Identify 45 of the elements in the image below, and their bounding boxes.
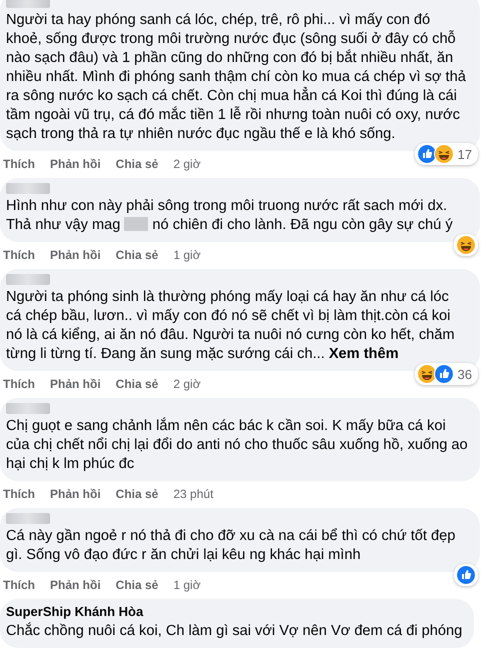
like-link[interactable]: Thích <box>3 377 35 391</box>
like-link[interactable]: Thích <box>3 578 35 592</box>
like-reaction-icon <box>456 565 476 585</box>
comment-text: Chị guọt e sang chảnh lắm nên các bác k cần soi. K mấy bữa cá koi của chị chết nổi chị lại đổi do anti nó cho thuốc sâu xuống hồ, xuống ao hại chị k lm phúc đc <box>6 417 468 474</box>
like-link[interactable]: Thích <box>3 487 35 501</box>
share-link[interactable]: Chia sẻ <box>116 248 158 262</box>
reply-link[interactable]: Phản hồi <box>50 487 101 501</box>
like-link[interactable]: Thích <box>3 157 35 171</box>
like-link[interactable]: Thích <box>3 248 35 262</box>
comment-text: Hình như con này phải sông trong môi truong nước rất sach mới dx. Thả như vậy mag nó chiên đi cho lành. Đã ngu còn gây sự chú ý <box>6 197 454 235</box>
reaction-count: 36 <box>456 366 473 382</box>
like-reaction-icon <box>434 364 454 384</box>
blurred-name <box>6 0 50 8</box>
reaction-badge[interactable] <box>454 564 478 586</box>
blurred-name <box>6 513 50 524</box>
laughing-reaction-icon <box>456 235 476 255</box>
comment-time[interactable]: 2 giờ <box>173 157 201 171</box>
share-link[interactable]: Chia sẻ <box>116 157 158 171</box>
reaction-badge[interactable] <box>454 234 478 256</box>
like-reaction-icon <box>416 144 437 164</box>
comment-time[interactable]: 23 phút <box>173 487 214 501</box>
laughing-reaction-icon <box>434 144 454 164</box>
see-more-link[interactable]: Xem thêm <box>328 346 399 362</box>
reply-link[interactable]: Phản hồi <box>50 248 101 262</box>
comment-time[interactable]: 2 giờ <box>173 377 201 391</box>
comment-text: Người ta phóng sinh là thường phóng mấy loại cá hay ăn như cá lóc cá chép bầu, lươn.. vì mấy con đó nó sẽ chết vì bị làm thịt.còn cá koi nó là cá kiểng, ai ăn nó đâu. Người ta nuôi nó cưng còn ko hết, chăm từng li từng tí. Đang ăn sung mặc sướng cái ch... Xem thêm <box>6 288 456 364</box>
share-link[interactable]: Chia sẻ <box>116 578 158 592</box>
reply-link[interactable]: Phản hồi <box>50 157 101 171</box>
comment-text: Người ta hay phóng sanh cá lóc, chép, trê, rô phi... vì mấy con đó khoẻ, sống được trong môi trường nước đục (sông suối ở đây có chỗ nào sạch đâu) và 1 phần cũng do những con đó bị bắt nhiều nhất, ăn nhiều nhất. Mình đi phóng sanh thậm chí còn ko mua cá chép vì sợ thả ra sông nước ko sạch cá chết. Còn chị mua hẳn cá Koi thì đúng là cái tầm ngoài vũ trụ, cá đó mắc tiền 1 lễ rồi nhưng toàn nuôi có oxy, nước sạch trong thả ra tự nhiên nước đục ngầu thế e là khó sống. <box>6 11 467 144</box>
laughing-reaction-icon <box>416 364 437 384</box>
comment-text: Chắc chồng nuôi cá koi, Ch làm gì sai với Vợ nên Vơ đem cá đi phóng <box>6 622 462 641</box>
reaction-count: 17 <box>456 146 473 162</box>
blurred-name <box>6 403 50 414</box>
reaction-badge[interactable]: 17 <box>414 143 478 165</box>
commenter-name[interactable]: SuperShip Khánh Hòa <box>6 604 462 619</box>
comment-text: Cá này gần ngoẻ r nó thả đi cho đỡ xu cà na cái bể thì có chứ tốt đẹp gì. Sống vô đạo đức r ăn chửi lại kêu ng khác hại mình <box>6 527 456 565</box>
reply-link[interactable]: Phản hồi <box>50 377 101 391</box>
comment-time[interactable]: 1 giờ <box>173 578 201 592</box>
blurred-name <box>6 274 50 285</box>
share-link[interactable]: Chia sẻ <box>116 487 158 501</box>
reaction-badge[interactable]: 36 <box>414 363 478 385</box>
comment-time[interactable]: 1 giờ <box>173 248 201 262</box>
reply-link[interactable]: Phản hồi <box>50 578 101 592</box>
blurred-name <box>6 183 50 194</box>
share-link[interactable]: Chia sẻ <box>116 377 158 391</box>
